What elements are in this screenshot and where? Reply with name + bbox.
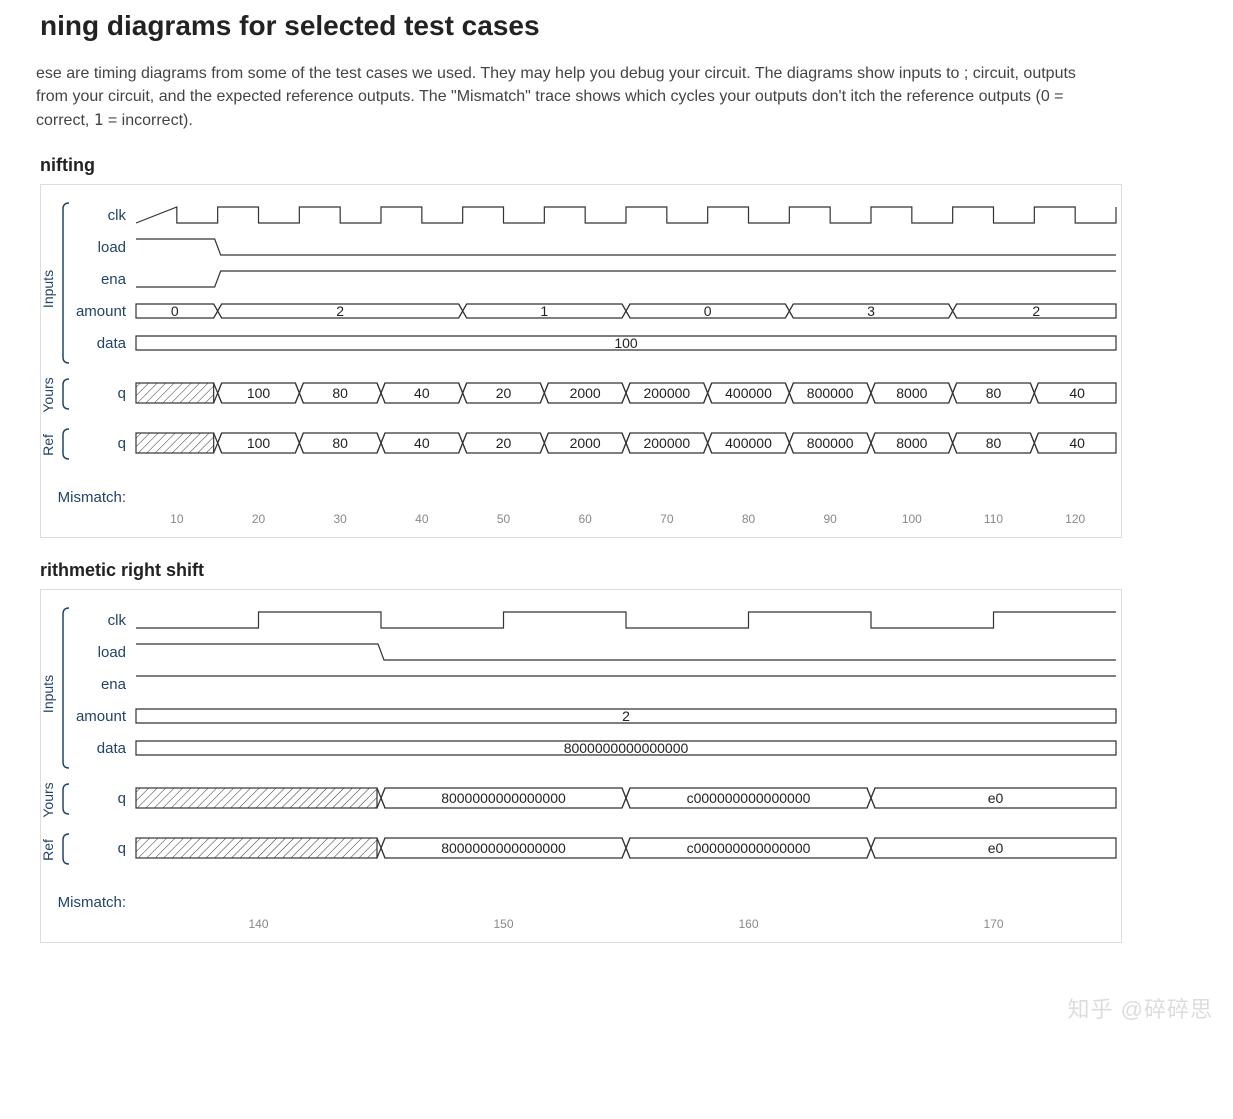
svg-text:90: 90 — [823, 512, 837, 526]
svg-text:40: 40 — [415, 512, 429, 526]
svg-text:e0: e0 — [988, 840, 1004, 856]
svg-text:0: 0 — [704, 303, 712, 319]
svg-text:150: 150 — [493, 917, 513, 931]
svg-text:8000000000000000: 8000000000000000 — [564, 740, 689, 756]
svg-text:8000000000000000: 8000000000000000 — [441, 790, 566, 806]
diagram2-title: rithmetic right shift — [40, 560, 1233, 581]
svg-text:20: 20 — [496, 385, 512, 401]
svg-text:Inputs: Inputs — [40, 269, 56, 307]
intro-paragraph: ese are timing diagrams from some of the… — [36, 62, 1096, 133]
svg-text:40: 40 — [414, 435, 430, 451]
svg-text:0: 0 — [171, 303, 179, 319]
svg-text:40: 40 — [1069, 435, 1085, 451]
svg-text:80: 80 — [332, 385, 348, 401]
svg-text:160: 160 — [738, 917, 758, 931]
svg-text:ena: ena — [101, 271, 127, 288]
svg-text:100: 100 — [247, 435, 271, 451]
svg-text:100: 100 — [902, 512, 922, 526]
svg-text:50: 50 — [497, 512, 511, 526]
timing-diagram-shifting: clkloadenaamount021032data100Inputsq1008… — [40, 184, 1122, 538]
svg-text:q: q — [118, 435, 126, 452]
svg-text:60: 60 — [578, 512, 592, 526]
svg-text:c000000000000000: c000000000000000 — [687, 790, 811, 806]
svg-text:3: 3 — [867, 303, 875, 319]
watermark: 知乎 @碎碎思 — [1068, 992, 1213, 1024]
svg-text:data: data — [97, 740, 127, 757]
timing-diagram-arithmetic-right-shift: clk load ena amount 2 data 8000000000000000 Inp… — [40, 589, 1122, 943]
svg-text:q: q — [118, 385, 126, 402]
svg-text:400000: 400000 — [725, 435, 772, 451]
svg-text:Ref: Ref — [40, 434, 56, 456]
svg-text:Mismatch:: Mismatch: — [58, 894, 126, 911]
svg-text:140: 140 — [248, 917, 268, 931]
svg-text:120: 120 — [1065, 512, 1085, 526]
diagram1-title: nifting — [40, 155, 1233, 176]
svg-text:load: load — [98, 644, 126, 661]
svg-text:800000: 800000 — [807, 435, 854, 451]
svg-text:2000: 2000 — [570, 435, 601, 451]
svg-text:40: 40 — [414, 385, 430, 401]
svg-text:1: 1 — [540, 303, 548, 319]
svg-text:200000: 200000 — [643, 435, 690, 451]
svg-text:170: 170 — [983, 917, 1003, 931]
svg-text:10: 10 — [170, 512, 184, 526]
svg-text:q: q — [118, 790, 126, 807]
svg-text:Yours: Yours — [40, 782, 56, 817]
svg-text:Yours: Yours — [40, 377, 56, 412]
svg-text:Mismatch:: Mismatch: — [58, 489, 126, 506]
svg-text:100: 100 — [614, 335, 638, 351]
svg-text:clk: clk — [108, 207, 127, 224]
svg-text:data: data — [97, 335, 127, 352]
svg-text:80: 80 — [332, 435, 348, 451]
svg-text:2000: 2000 — [570, 385, 601, 401]
svg-text:load: load — [98, 239, 126, 256]
svg-text:clk: clk — [108, 612, 127, 629]
svg-text:Ref: Ref — [40, 839, 56, 861]
svg-text:80: 80 — [986, 385, 1002, 401]
svg-text:70: 70 — [660, 512, 674, 526]
svg-text:ena: ena — [101, 676, 127, 693]
svg-text:30: 30 — [333, 512, 347, 526]
svg-text:80: 80 — [742, 512, 756, 526]
svg-text:20: 20 — [496, 435, 512, 451]
svg-text:e0: e0 — [988, 790, 1004, 806]
svg-text:c000000000000000: c000000000000000 — [687, 840, 811, 856]
svg-text:8000000000000000: 8000000000000000 — [441, 840, 566, 856]
svg-text:amount: amount — [76, 708, 127, 725]
svg-text:8000: 8000 — [896, 435, 927, 451]
page-title: ning diagrams for selected test cases — [40, 10, 1233, 42]
svg-text:Inputs: Inputs — [40, 674, 56, 712]
svg-text:2: 2 — [336, 303, 344, 319]
svg-text:40: 40 — [1069, 385, 1085, 401]
svg-text:amount: amount — [76, 303, 127, 320]
svg-text:q: q — [118, 840, 126, 857]
svg-text:800000: 800000 — [807, 385, 854, 401]
svg-text:2: 2 — [1032, 303, 1040, 319]
svg-text:8000: 8000 — [896, 385, 927, 401]
svg-text:400000: 400000 — [725, 385, 772, 401]
svg-text:100: 100 — [247, 385, 271, 401]
svg-text:80: 80 — [986, 435, 1002, 451]
svg-text:200000: 200000 — [643, 385, 690, 401]
svg-text:110: 110 — [984, 512, 1003, 526]
svg-text:20: 20 — [252, 512, 266, 526]
svg-text:2: 2 — [622, 708, 630, 724]
